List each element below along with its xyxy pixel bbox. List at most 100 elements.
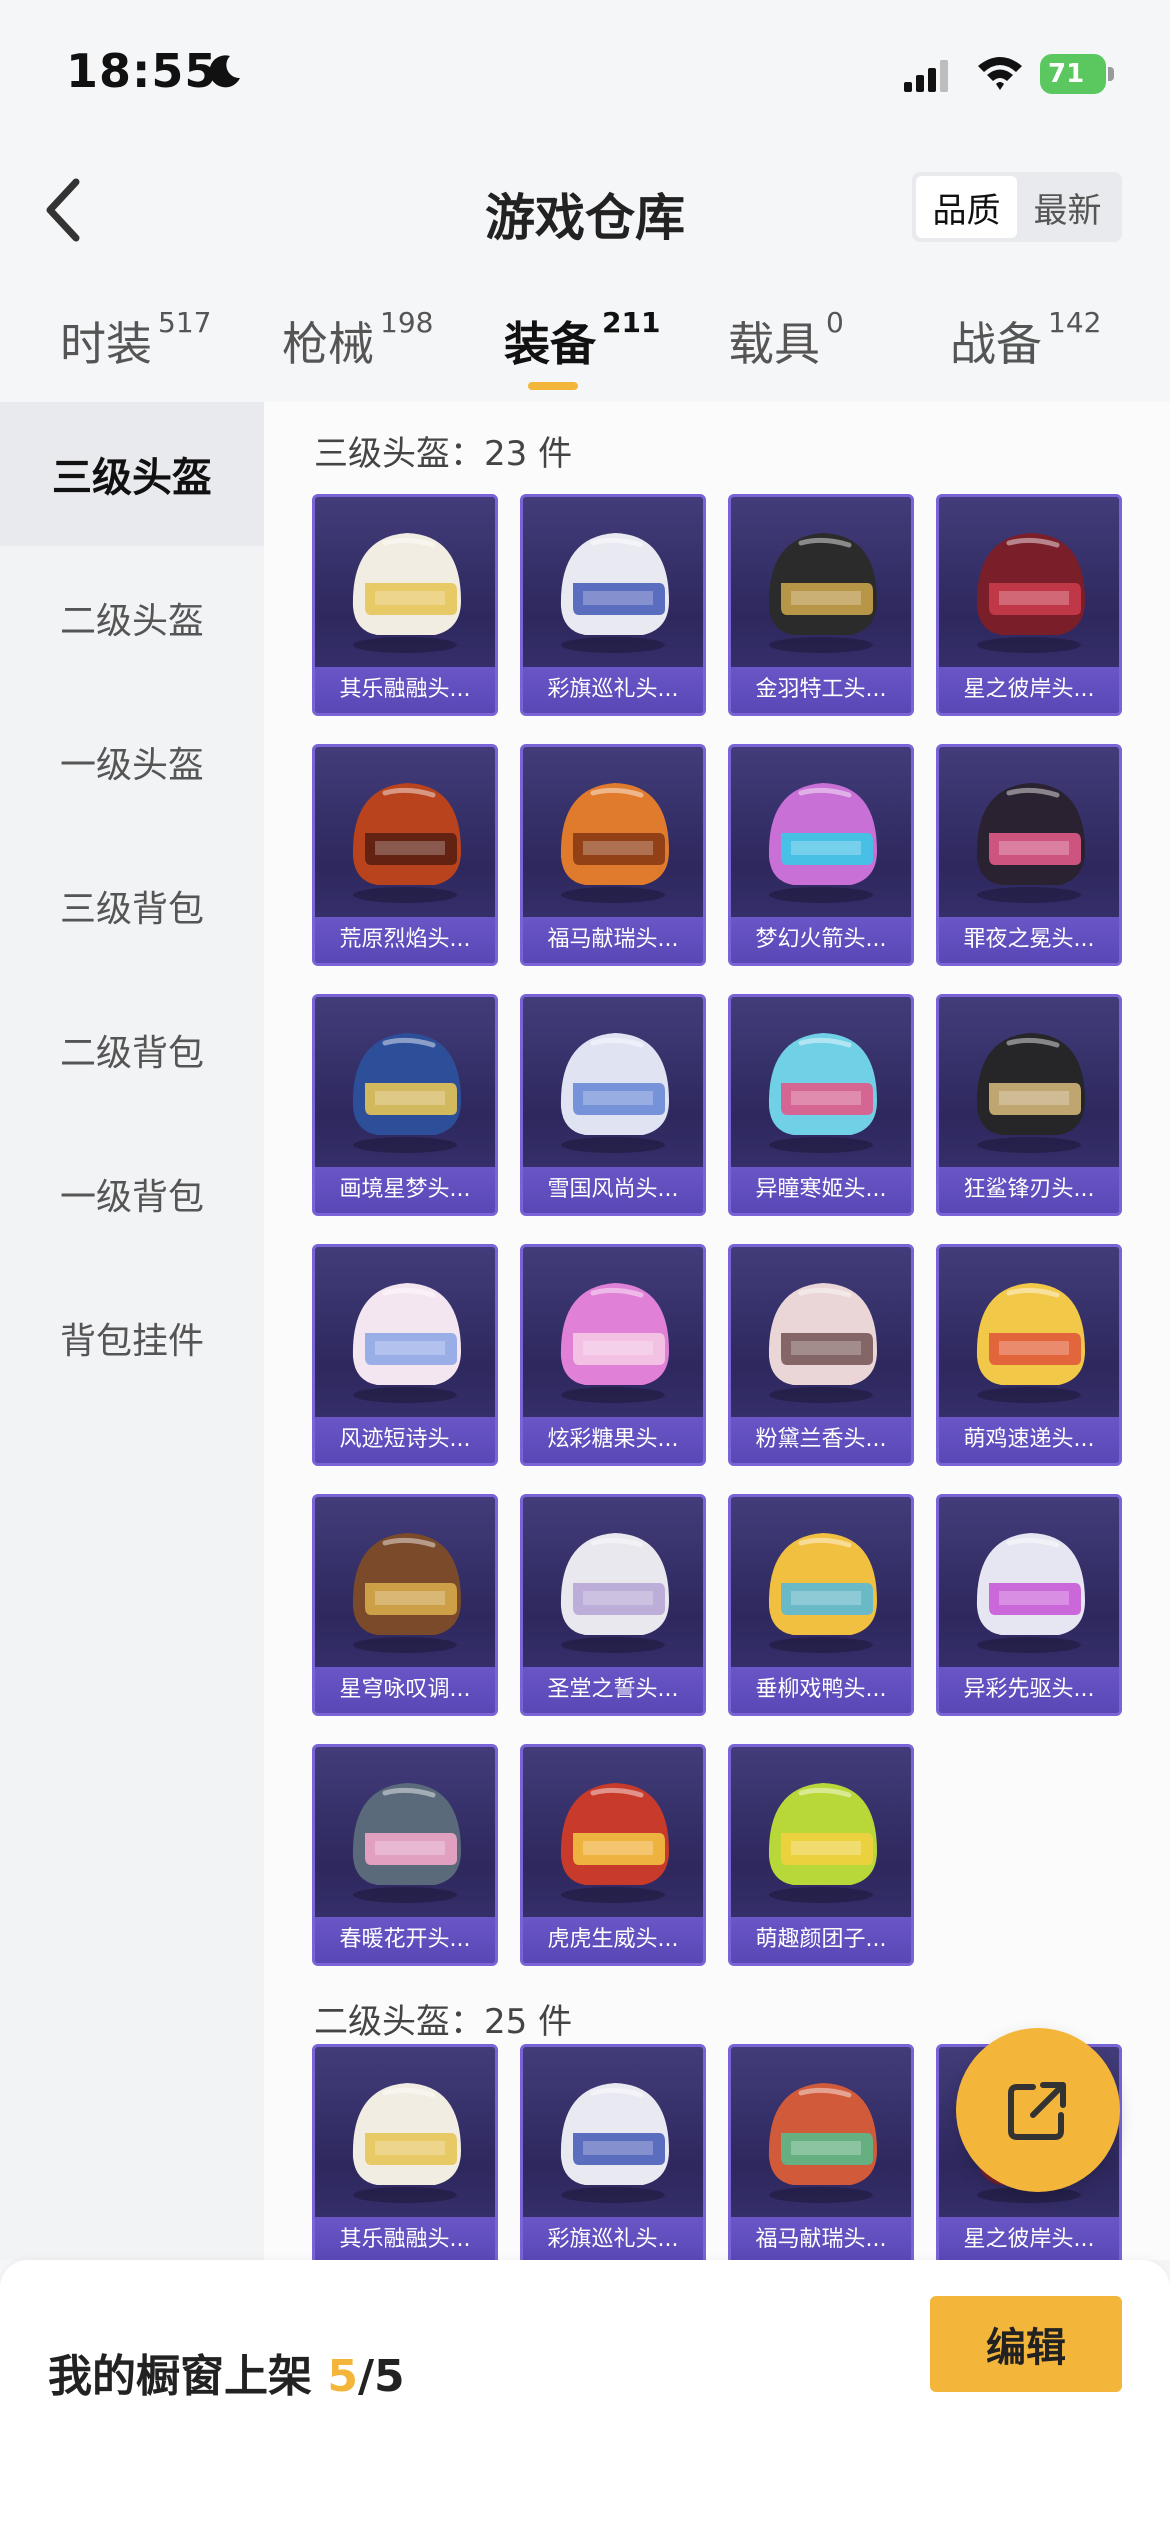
- sort-toggle: 品质 最新: [912, 172, 1122, 242]
- battery-level: 71: [1040, 54, 1106, 94]
- helmet-icon: [768, 1533, 877, 1653]
- sidebar-item-level1-helmet[interactable]: 一级头盔: [0, 690, 264, 834]
- tab-count: 211: [602, 306, 661, 339]
- tab-fashion[interactable]: 时装 517: [60, 306, 212, 374]
- item-card[interactable]: 萌鸡速递头...: [936, 1244, 1122, 1466]
- tab-supplies[interactable]: 战备 142: [950, 306, 1101, 374]
- sidebar-item-level2-helmet[interactable]: 二级头盔: [0, 546, 264, 690]
- item-name: 虎虎生威头...: [523, 1917, 703, 1963]
- helmet-icon: [352, 1033, 461, 1153]
- helmet-icon: [768, 1033, 877, 1153]
- tab-guns[interactable]: 枪械 198: [282, 306, 433, 374]
- item-card[interactable]: 圣堂之誓头...: [520, 1494, 706, 1716]
- tab-label: 枪械: [282, 317, 374, 371]
- item-name: 画境星梦头...: [315, 1167, 495, 1213]
- item-name: 春暖花开头...: [315, 1917, 495, 1963]
- item-card[interactable]: 彩旗巡礼头...: [520, 2044, 706, 2260]
- share-button[interactable]: [956, 2028, 1120, 2192]
- helmet-icon: [976, 783, 1085, 903]
- status-time: 18:55: [66, 44, 218, 98]
- tab-label: 时装: [60, 317, 152, 371]
- item-card[interactable]: 粉黛兰香头...: [728, 1244, 914, 1466]
- battery-cap: [1108, 67, 1114, 81]
- item-name: 金羽特工头...: [731, 667, 911, 713]
- item-name: 其乐融融头...: [315, 2217, 495, 2260]
- helmet-icon: [352, 2083, 461, 2203]
- tab-label: 载具: [728, 317, 820, 371]
- helmet-icon: [768, 533, 877, 653]
- active-tab-indicator: [528, 382, 578, 390]
- helmet-icon: [560, 1783, 669, 1903]
- tab-count: 517: [158, 306, 212, 339]
- sort-by-quality-button[interactable]: 品质: [916, 176, 1017, 238]
- sort-by-newest-button[interactable]: 最新: [1017, 176, 1118, 238]
- item-name: 星之彼岸头...: [939, 667, 1119, 713]
- item-name: 彩旗巡礼头...: [523, 2217, 703, 2260]
- item-card[interactable]: 福马献瑞头...: [520, 744, 706, 966]
- item-name: 梦幻火箭头...: [731, 917, 911, 963]
- helmet-icon: [560, 783, 669, 903]
- item-card[interactable]: 萌趣颜团子...: [728, 1744, 914, 1966]
- helmet-icon: [768, 1283, 877, 1403]
- item-card[interactable]: 炫彩糖果头...: [520, 1244, 706, 1466]
- item-card[interactable]: 其乐融融头...: [312, 494, 498, 716]
- item-card[interactable]: 异彩先驱头...: [936, 1494, 1122, 1716]
- battery-indicator: 71: [1040, 54, 1114, 94]
- sidebar-item-level2-backpack[interactable]: 二级背包: [0, 978, 264, 1122]
- item-card[interactable]: 虎虎生威头...: [520, 1744, 706, 1966]
- item-card[interactable]: 风迹短诗头...: [312, 1244, 498, 1466]
- showcase-label: 我的橱窗上架: [48, 2351, 328, 2402]
- cellular-signal-icon: [904, 60, 948, 92]
- section-title: 二级头盔：25 件: [314, 2002, 573, 2042]
- item-grid: 三级头盔：23 件 其乐融融头... 彩旗巡礼头... 金羽特工头... 星之彼岸头.…: [264, 402, 1170, 2260]
- sidebar-item-level1-backpack[interactable]: 一级背包: [0, 1122, 264, 1266]
- tab-label: 战备: [950, 317, 1042, 371]
- share-icon: [1008, 2082, 1066, 2140]
- sidebar-item-level3-backpack[interactable]: 三级背包: [0, 834, 264, 978]
- sidebar-item-backpack-charm[interactable]: 背包挂件: [0, 1266, 264, 1410]
- item-name: 垂柳戏鸭头...: [731, 1667, 911, 1713]
- item-card[interactable]: 异瞳寒姬头...: [728, 994, 914, 1216]
- helmet-icon: [976, 533, 1085, 653]
- item-card[interactable]: 雪国风尚头...: [520, 994, 706, 1216]
- item-card[interactable]: 垂柳戏鸭头...: [728, 1494, 914, 1716]
- item-card[interactable]: 其乐融融头...: [312, 2044, 498, 2260]
- item-card[interactable]: 金羽特工头...: [728, 494, 914, 716]
- tab-equipment[interactable]: 装备 211: [504, 306, 661, 374]
- sidebar-item-level3-helmet[interactable]: 三级头盔: [0, 402, 264, 546]
- showcase-count-current: 5: [327, 2351, 358, 2402]
- helmet-icon: [976, 1533, 1085, 1653]
- section-title: 三级头盔：23 件: [314, 434, 573, 474]
- moon-icon: [209, 55, 240, 88]
- helmet-icon: [768, 2083, 877, 2203]
- item-name: 风迹短诗头...: [315, 1417, 495, 1463]
- item-name: 福马献瑞头...: [523, 917, 703, 963]
- helmet-icon: [352, 1783, 461, 1903]
- bottom-bar: 我的橱窗上架 5/5 编辑: [0, 2260, 1170, 2532]
- item-card[interactable]: 星穹咏叹调...: [312, 1494, 498, 1716]
- item-card[interactable]: 春暖花开头...: [312, 1744, 498, 1966]
- item-name: 萌趣颜团子...: [731, 1917, 911, 1963]
- item-name: 福马献瑞头...: [731, 2217, 911, 2260]
- item-card[interactable]: 梦幻火箭头...: [728, 744, 914, 966]
- item-name: 星穹咏叹调...: [315, 1667, 495, 1713]
- item-card[interactable]: 福马献瑞头...: [728, 2044, 914, 2260]
- showcase-count-total: /5: [357, 2351, 405, 2402]
- item-card[interactable]: 星之彼岸头...: [936, 494, 1122, 716]
- helmet-icon: [352, 783, 461, 903]
- status-bar: 18:55 71: [0, 0, 1170, 150]
- wifi-icon: [978, 57, 1022, 90]
- item-name: 罪夜之冕头...: [939, 917, 1119, 963]
- item-card[interactable]: 画境星梦头...: [312, 994, 498, 1216]
- edit-button[interactable]: 编辑: [930, 2296, 1122, 2392]
- helmet-icon: [768, 1783, 877, 1903]
- item-card[interactable]: 荒原烈焰头...: [312, 744, 498, 966]
- item-name: 圣堂之誓头...: [523, 1667, 703, 1713]
- item-name: 狂鲨锋刃头...: [939, 1167, 1119, 1213]
- item-card[interactable]: 罪夜之冕头...: [936, 744, 1122, 966]
- helmet-icon: [560, 533, 669, 653]
- item-name: 异瞳寒姬头...: [731, 1167, 911, 1213]
- item-card[interactable]: 狂鲨锋刃头...: [936, 994, 1122, 1216]
- item-card[interactable]: 彩旗巡礼头...: [520, 494, 706, 716]
- tab-vehicles[interactable]: 载具 0: [728, 306, 844, 374]
